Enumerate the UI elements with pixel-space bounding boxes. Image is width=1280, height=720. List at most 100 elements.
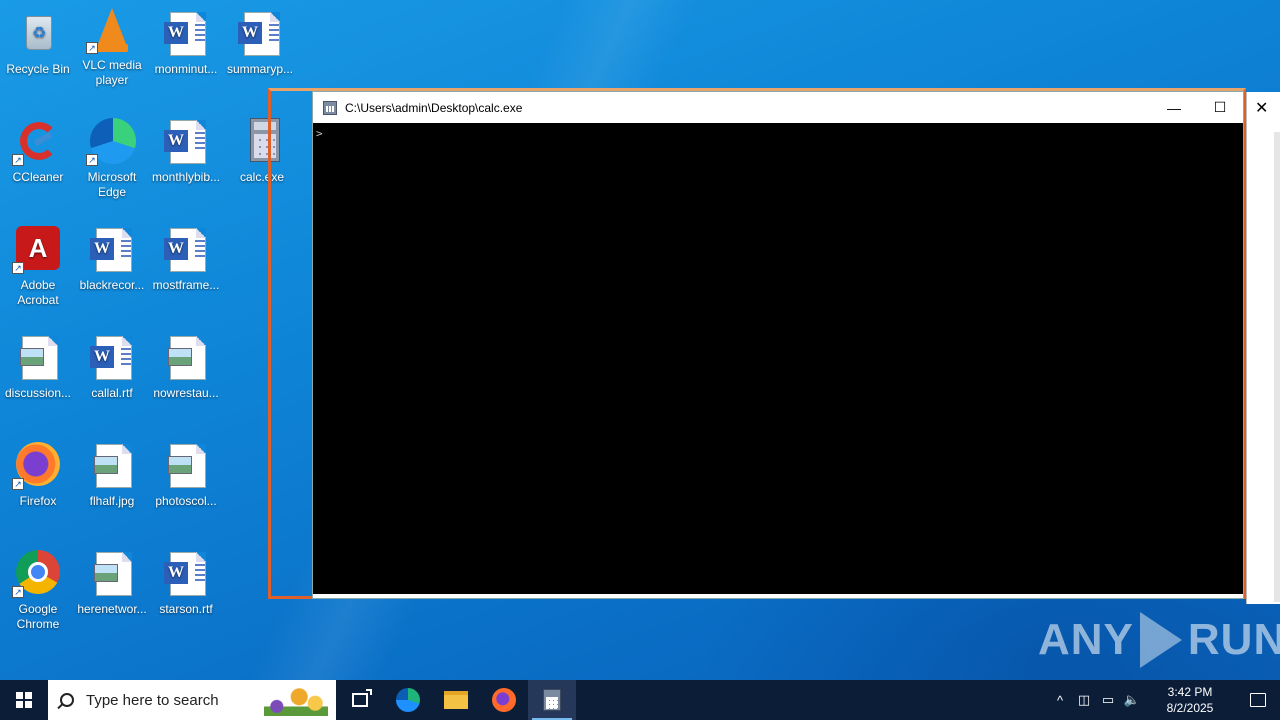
desktop-icon-recycle-bin[interactable]: ♻ Recycle Bin (0, 10, 76, 77)
desktop-icon-blackrecor[interactable]: W blackrecor... (74, 226, 150, 293)
icon-label: CCleaner (12, 170, 64, 184)
icon-label: nowrestau... (153, 386, 219, 400)
notification-button[interactable] (1236, 680, 1280, 720)
clock-time: 3:42 PM (1167, 685, 1213, 699)
console-window[interactable]: C:\Users\admin\Desktop\calc.exe — ☐ > (313, 92, 1243, 598)
meet-now-icon[interactable]: ◫ (1072, 692, 1096, 708)
vlc-icon: ↗ (86, 6, 136, 54)
search-placeholder: Type here to search (86, 691, 219, 709)
clock[interactable]: 3:42 PM 8/2/2025 (1150, 684, 1230, 716)
desktop-icon-chrome[interactable]: ↗ Google Chrome (0, 550, 76, 632)
taskbar: Type here to search ^ ◫ ▭ 🔈 3:42 PM 8/2/… (0, 680, 1280, 720)
desktop-icon-starson[interactable]: W starson.rtf (148, 550, 224, 617)
image-file-icon (14, 334, 62, 382)
search-box[interactable]: Type here to search (48, 680, 336, 720)
task-view-icon (352, 689, 372, 707)
chrome-icon: ↗ (12, 550, 62, 598)
image-file-icon (88, 442, 136, 490)
icon-label: monthlybib... (151, 170, 221, 184)
desktop-icon-ccleaner[interactable]: ↗ CCleaner (0, 118, 76, 185)
calculator-icon (323, 100, 337, 115)
search-highlight-image (264, 684, 328, 716)
windows-logo-icon (16, 692, 32, 708)
chevron-up-icon[interactable]: ^ (1048, 693, 1072, 708)
icon-label: Firefox (19, 494, 57, 508)
icon-label: Adobe Acrobat (17, 278, 59, 307)
icon-label: Microsoft Edge (87, 170, 137, 199)
system-tray: ^ ◫ ▭ 🔈 3:42 PM 8/2/2025 (1048, 680, 1280, 720)
image-file-icon (88, 550, 136, 598)
taskbar-firefox[interactable] (480, 680, 528, 720)
shortcut-arrow-icon: ↗ (12, 586, 24, 598)
desktop-icon-vlc[interactable]: ↗ VLC media player (74, 6, 150, 88)
task-view-button[interactable] (336, 680, 384, 720)
word-doc-icon: W (162, 10, 210, 58)
watermark-right: RUN (1187, 615, 1280, 664)
folder-icon (444, 691, 468, 709)
desktop-icon-summaryp[interactable]: W summaryp... (222, 10, 298, 77)
volume-icon[interactable]: 🔈 (1120, 692, 1144, 708)
start-button[interactable] (0, 680, 48, 720)
word-doc-icon: W (88, 226, 136, 274)
acrobat-icon: A ↗ (12, 226, 62, 274)
network-icon[interactable]: ▭ (1096, 692, 1120, 708)
play-icon (1139, 612, 1182, 668)
word-doc-icon: W (162, 226, 210, 274)
icon-label: Recycle Bin (6, 62, 70, 76)
desktop-icon-mostframe[interactable]: W mostframe... (148, 226, 224, 293)
calculator-icon (543, 689, 561, 711)
firefox-icon: ↗ (12, 442, 62, 490)
desktop-icon-discussion[interactable]: discussion... (0, 334, 76, 401)
shortcut-arrow-icon: ↗ (86, 42, 98, 54)
notification-icon (1250, 693, 1266, 707)
icon-label: discussion... (4, 386, 72, 400)
minimize-button[interactable]: — (1151, 92, 1197, 123)
icon-label: Google Chrome (16, 602, 60, 631)
desktop-icon-edge[interactable]: ↗ Microsoft Edge (74, 118, 150, 200)
icon-label: starson.rtf (159, 602, 213, 616)
word-doc-icon: W (162, 118, 210, 166)
icon-label: callal.rtf (91, 386, 133, 400)
desktop-icon-callal[interactable]: W callal.rtf (74, 334, 150, 401)
taskbar-edge[interactable] (384, 680, 432, 720)
desktop-icon-monminut[interactable]: W monminut... (148, 10, 224, 77)
word-doc-icon: W (236, 10, 284, 58)
icon-label: monminut... (154, 62, 218, 76)
close-button[interactable]: ✕ (1255, 98, 1268, 118)
anyrun-watermark: ANY RUN (1038, 612, 1280, 668)
icon-label: blackrecor... (79, 278, 145, 292)
shortcut-arrow-icon: ↗ (86, 154, 98, 166)
maximize-button[interactable]: ☐ (1197, 92, 1243, 123)
taskbar-calc[interactable] (528, 680, 576, 720)
shortcut-arrow-icon: ↗ (12, 478, 24, 490)
desktop-icon-herenetwor[interactable]: herenetwor... (74, 550, 150, 617)
scrollbar[interactable] (1274, 132, 1280, 602)
desktop-icon-photoscol[interactable]: photoscol... (148, 442, 224, 509)
word-doc-icon: W (162, 550, 210, 598)
console-prompt: > (316, 127, 323, 140)
ccleaner-icon: ↗ (12, 118, 62, 166)
icon-label: flhalf.jpg (89, 494, 135, 508)
desktop-icon-nowrestau[interactable]: nowrestau... (148, 334, 224, 401)
desktop-icon-flhalf[interactable]: flhalf.jpg (74, 442, 150, 509)
console-output[interactable]: > (313, 123, 1243, 594)
desktop-icon-monthlybib[interactable]: W monthlybib... (148, 118, 224, 185)
shortcut-arrow-icon: ↗ (12, 262, 24, 274)
search-icon (60, 693, 74, 707)
image-file-icon (162, 334, 210, 382)
word-doc-icon: W (88, 334, 136, 382)
icon-label: mostframe... (152, 278, 220, 292)
clock-date: 8/2/2025 (1166, 701, 1214, 715)
image-file-icon (162, 442, 210, 490)
taskbar-file-explorer[interactable] (432, 680, 480, 720)
background-window-edge[interactable]: ✕ (1246, 92, 1280, 604)
shortcut-arrow-icon: ↗ (12, 154, 24, 166)
desktop-icon-firefox[interactable]: ↗ Firefox (0, 442, 76, 509)
icon-label: herenetwor... (77, 602, 147, 616)
icon-label: summaryp... (226, 62, 293, 76)
icon-label: VLC media player (82, 58, 142, 87)
edge-icon: ↗ (86, 118, 136, 166)
recycle-bin-icon: ♻ (14, 10, 62, 58)
desktop-icon-acrobat[interactable]: A ↗ Adobe Acrobat (0, 226, 76, 308)
console-titlebar[interactable]: C:\Users\admin\Desktop\calc.exe — ☐ (313, 92, 1243, 123)
